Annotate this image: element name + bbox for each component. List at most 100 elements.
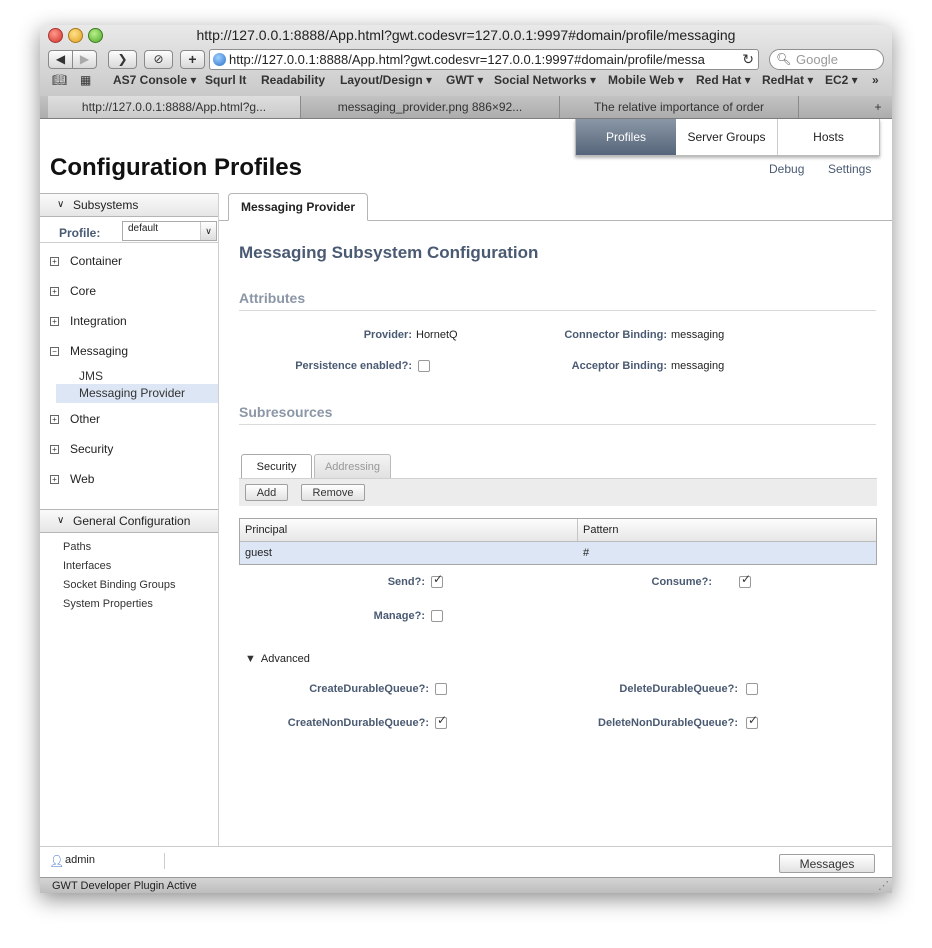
profile-select[interactable]: default ∨	[122, 221, 217, 241]
consume-checkbox[interactable]: ✓	[739, 572, 751, 588]
consume-label: Consume?:	[651, 576, 713, 588]
column-principal[interactable]: Principal	[245, 524, 287, 536]
chevron-right-icon: ❯	[117, 52, 128, 66]
bookmark-gwt[interactable]: GWT ▾	[446, 73, 483, 87]
checkmark-icon: ✓	[437, 713, 448, 727]
forward-button[interactable]: ▶	[72, 50, 97, 69]
readlater-button[interactable]: ❯	[108, 50, 137, 69]
bookmarks-overflow[interactable]: »	[872, 73, 879, 87]
book-icon[interactable]: 📖︎	[52, 73, 67, 87]
search-input[interactable]: 🔍︎ Google	[769, 49, 884, 70]
expand-icon: +	[50, 415, 59, 424]
reload-icon[interactable]: ↻	[742, 50, 754, 69]
delete-durable-checkbox[interactable]	[746, 683, 758, 695]
browser-tab-app[interactable]: http://127.0.0.1:8888/App.html?g...	[48, 96, 301, 118]
bookmark-mobile[interactable]: Mobile Web ▾	[608, 73, 684, 87]
page-title: Configuration Profiles	[50, 154, 302, 181]
column-pattern[interactable]: Pattern	[583, 524, 618, 536]
username[interactable]: admin	[65, 854, 95, 866]
bookmark-as7[interactable]: AS7 Console ▾	[113, 73, 196, 87]
subtab-addressing[interactable]: Addressing	[314, 454, 391, 479]
snap-button[interactable]: ⊘	[144, 50, 173, 69]
general-item-interfaces[interactable]: Interfaces	[63, 560, 111, 572]
send-checkbox[interactable]: ✓	[431, 572, 443, 588]
browser-tab-image[interactable]: messaging_provider.png 886×92...	[301, 96, 560, 118]
tree-item-other[interactable]: + Other	[50, 412, 100, 426]
manage-checkbox[interactable]	[431, 610, 443, 622]
table-toolbar: Add Remove	[239, 478, 877, 506]
settings-link[interactable]: Settings	[828, 162, 871, 176]
manage-label: Manage?:	[373, 610, 425, 622]
tree-item-label: Other	[70, 412, 101, 426]
bookmark-readability[interactable]: Readability	[261, 73, 325, 87]
collapse-icon: −	[50, 347, 59, 356]
tab-messaging-provider[interactable]: Messaging Provider	[228, 193, 368, 221]
checkmark-icon: ✓	[748, 713, 759, 727]
tree-item-integration[interactable]: + Integration	[50, 314, 127, 328]
bookmark-redhat[interactable]: Red Hat ▾	[696, 73, 751, 87]
bookmark-squrl[interactable]: Squrl It	[205, 73, 246, 87]
profile-value: default	[128, 223, 159, 234]
tree-item-security[interactable]: + Security	[50, 442, 113, 456]
address-bar[interactable]: http://127.0.0.1:8888/App.html?gwt.codes…	[209, 49, 759, 70]
tree-item-messaging-provider[interactable]: Messaging Provider	[56, 384, 218, 403]
bookmark-redhat2[interactable]: RedHat ▾	[762, 73, 813, 87]
nav-hosts[interactable]: Hosts	[778, 119, 879, 155]
expand-icon: +	[50, 257, 59, 266]
nav-server-groups[interactable]: Server Groups	[676, 119, 778, 155]
main-content: Messaging Provider Messaging Subsystem C…	[219, 193, 892, 877]
general-item-socket-binding-groups[interactable]: Socket Binding Groups	[63, 579, 176, 591]
new-tab-button[interactable]: +	[866, 96, 890, 118]
tree-item-messaging[interactable]: − Messaging	[50, 344, 128, 358]
debug-link[interactable]: Debug	[769, 162, 804, 176]
add-bookmark-button[interactable]: +	[180, 50, 205, 69]
tree-item-web[interactable]: + Web	[50, 472, 94, 486]
nav-profiles[interactable]: Profiles	[576, 119, 676, 155]
general-config-header[interactable]: ∨ General Configuration	[40, 509, 218, 533]
persistence-checkbox[interactable]	[418, 360, 430, 372]
general-item-system-properties[interactable]: System Properties	[63, 598, 153, 610]
create-nondurable-checkbox[interactable]: ✓	[435, 713, 447, 729]
back-arrow-icon: ◀	[55, 52, 66, 66]
security-table: Principal Pattern guest #	[239, 518, 877, 565]
remove-button[interactable]: Remove	[301, 484, 365, 501]
attributes-header: Attributes	[239, 290, 876, 311]
tree-item-core[interactable]: + Core	[50, 284, 96, 298]
subresources-header: Subresources	[239, 404, 876, 425]
delete-nondurable-label: DeleteNonDurableQueue?:	[598, 717, 738, 729]
tree-item-container[interactable]: + Container	[50, 254, 122, 268]
delete-nondurable-checkbox[interactable]: ✓	[746, 713, 758, 729]
advanced-toggle[interactable]: ▼ Advanced	[245, 653, 310, 665]
divider	[40, 242, 218, 243]
back-button[interactable]: ◀	[48, 50, 73, 69]
create-durable-checkbox[interactable]	[435, 683, 447, 695]
bookmark-social[interactable]: Social Networks ▾	[494, 73, 596, 87]
globe-icon	[213, 53, 226, 66]
resize-grip-icon[interactable]: ⋰	[878, 878, 889, 893]
general-item-paths[interactable]: Paths	[63, 541, 91, 553]
url-text: http://127.0.0.1:8888/App.html?gwt.codes…	[229, 52, 705, 67]
tree-item-label: Integration	[70, 314, 127, 328]
status-bar: GWT Developer Plugin Active ⋰	[40, 877, 892, 893]
create-durable-label: CreateDurableQueue?:	[309, 683, 429, 695]
advanced-label: Advanced	[260, 653, 310, 665]
messages-button[interactable]: Messages	[779, 854, 875, 873]
dropdown-arrow-icon: ∨	[200, 222, 216, 240]
search-placeholder: Google	[796, 52, 838, 67]
subsystems-label: Subsystems	[73, 198, 139, 212]
browser-tab-article[interactable]: The relative importance of order	[560, 96, 799, 118]
footer-divider	[164, 853, 165, 869]
add-button[interactable]: Add	[245, 484, 288, 501]
table-row[interactable]: guest #	[240, 542, 876, 564]
bookmark-layout[interactable]: Layout/Design ▾	[340, 73, 432, 87]
tree-item-label: Security	[70, 442, 114, 456]
tree-item-jms[interactable]: JMS	[79, 369, 103, 383]
subsystems-header[interactable]: ∨ Subsystems	[40, 193, 218, 217]
grid-icon[interactable]: ▦	[80, 73, 91, 87]
forward-arrow-icon: ▶	[79, 52, 90, 66]
triangle-down-icon: ▼	[245, 653, 256, 665]
acceptor-binding-label: Acceptor Binding:	[571, 360, 667, 372]
subtab-security[interactable]: Security	[241, 454, 312, 479]
column-divider	[577, 519, 578, 541]
bookmark-ec2[interactable]: EC2 ▾	[825, 73, 858, 87]
